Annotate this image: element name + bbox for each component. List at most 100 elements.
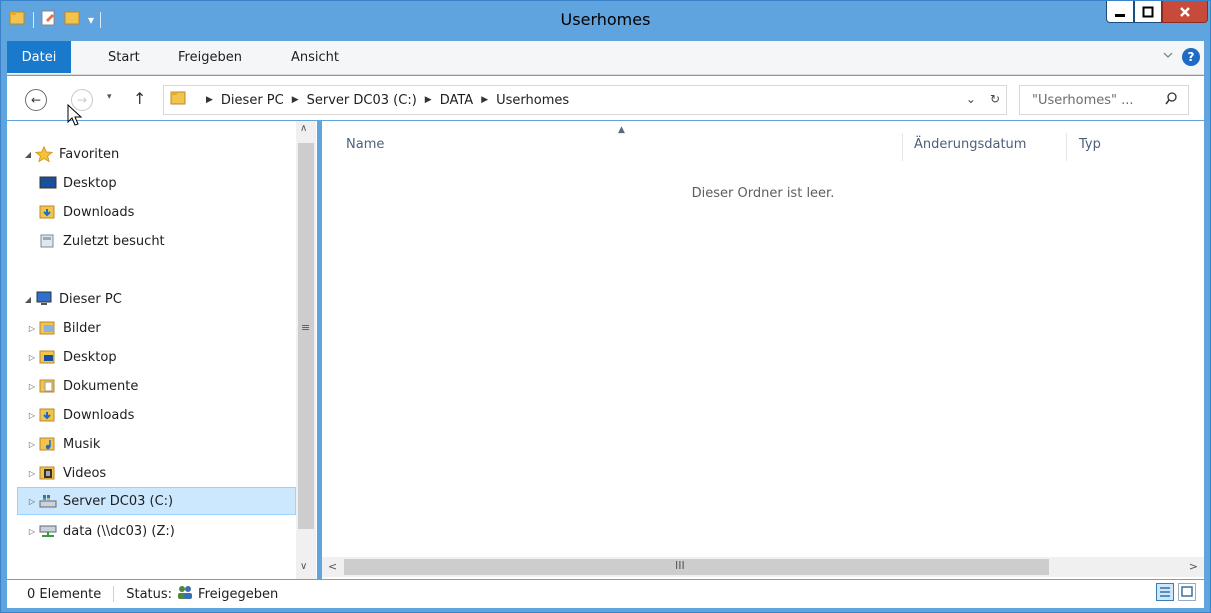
window-controls — [1106, 1, 1208, 23]
navigation-pane: ◢ Favoriten Desktop Downloads Zuletzt be… — [7, 121, 317, 579]
recent-places-icon — [39, 233, 57, 249]
up-button[interactable]: ↑ — [133, 89, 146, 108]
file-list-scrollbar[interactable]: < III > — [322, 557, 1204, 577]
breadcrumb-server-dc03[interactable]: Server DC03 (C:) — [307, 93, 417, 108]
tree-label: Zuletzt besucht — [63, 233, 165, 249]
breadcrumb-arrow-icon[interactable]: ▶ — [481, 95, 488, 105]
minimize-button[interactable] — [1106, 1, 1134, 23]
breadcrumb-data[interactable]: DATA — [440, 93, 474, 108]
expand-icon[interactable]: ▷ — [25, 411, 39, 420]
search-icon[interactable] — [1165, 92, 1178, 109]
column-modified[interactable]: Änderungsdatum — [914, 137, 1026, 152]
close-button[interactable] — [1162, 1, 1208, 23]
tree-label: Dieser PC — [59, 291, 122, 307]
tree-favorites-downloads[interactable]: Downloads — [39, 199, 134, 225]
search-placeholder: "Userhomes" ... — [1032, 92, 1134, 108]
explorer-window: ▾ Userhomes Datei Start Freigeben Ansich… — [0, 0, 1211, 613]
tree-pc-desktop[interactable]: ▷ Desktop — [25, 344, 117, 370]
tree-pc-bilder[interactable]: ▷ Bilder — [25, 315, 101, 341]
address-bar[interactable]: ▶ Dieser PC ▶ Server DC03 (C:) ▶ DATA ▶ … — [163, 85, 1007, 115]
music-folder-icon — [39, 436, 57, 452]
details-view-button[interactable] — [1156, 583, 1174, 601]
expand-icon[interactable]: ▷ — [25, 382, 39, 391]
collapse-icon[interactable]: ◢ — [21, 295, 35, 304]
tree-pc-dokumente[interactable]: ▷ Dokumente — [25, 373, 138, 399]
title-bar[interactable]: ▾ Userhomes — [1, 1, 1210, 41]
drive-icon — [39, 493, 57, 509]
expand-icon[interactable]: ▷ — [25, 324, 39, 333]
breadcrumb-arrow-icon[interactable]: ▶ — [425, 95, 432, 105]
tab-ansicht[interactable]: Ansicht — [291, 50, 339, 65]
large-icons-view-icon — [1181, 586, 1193, 597]
address-controls: ⌄ ↻ — [966, 92, 1000, 106]
desktop-folder-icon — [39, 349, 57, 365]
breadcrumb-arrow-icon[interactable]: ▶ — [292, 95, 299, 105]
videos-folder-icon — [39, 465, 57, 481]
folder-icon — [170, 89, 188, 111]
column-name[interactable]: Name — [346, 137, 384, 152]
scroll-up-icon[interactable]: ∧ — [300, 123, 307, 134]
desktop-icon — [39, 175, 57, 191]
tree-pc-network-drive[interactable]: ▷ data (\\dc03) (Z:) — [25, 518, 175, 544]
large-icons-view-button[interactable] — [1178, 583, 1196, 601]
tree-pc-server-dc03[interactable]: ▷ Server DC03 (C:) — [17, 487, 296, 515]
scroll-down-icon[interactable]: ∨ — [300, 561, 307, 572]
navigation-pane-scrollbar[interactable]: ∧ ≡ ∨ — [296, 121, 316, 579]
refresh-icon[interactable]: ↻ — [990, 92, 1000, 106]
tree-label: data (\\dc03) (Z:) — [63, 523, 175, 539]
maximize-button[interactable] — [1134, 1, 1162, 23]
scroll-right-icon[interactable]: > — [1189, 560, 1198, 573]
navigation-bar: ← → ▾ ↑ ▶ Dieser PC ▶ Server DC03 (C:) ▶… — [7, 76, 1204, 120]
tab-start[interactable]: Start — [108, 50, 140, 65]
tree-this-pc[interactable]: ◢ Dieser PC — [21, 286, 122, 312]
tree-pc-videos[interactable]: ▷ Videos — [25, 460, 106, 486]
search-input[interactable]: "Userhomes" ... — [1019, 85, 1189, 115]
scroll-grip-icon: III — [675, 559, 685, 572]
mouse-cursor-icon — [67, 103, 83, 132]
scroll-left-icon[interactable]: < — [328, 560, 337, 573]
collapse-icon[interactable]: ◢ — [21, 150, 35, 159]
ribbon-controls: ? — [1162, 48, 1200, 66]
breadcrumb: ▶ Dieser PC ▶ Server DC03 (C:) ▶ DATA ▶ … — [198, 93, 569, 108]
breadcrumb-userhomes[interactable]: Userhomes — [496, 93, 569, 108]
tree-label: Videos — [63, 465, 107, 481]
help-icon[interactable]: ? — [1182, 48, 1200, 66]
column-divider[interactable] — [1066, 133, 1067, 161]
downloads-folder-icon — [39, 407, 57, 423]
status-separator — [113, 586, 115, 602]
tab-freigeben[interactable]: Freigeben — [178, 50, 242, 65]
expand-icon[interactable]: ▷ — [25, 353, 39, 362]
tree-label: Desktop — [63, 349, 117, 365]
downloads-folder-icon — [39, 204, 57, 220]
breadcrumb-arrow-icon[interactable]: ▶ — [206, 95, 213, 105]
scroll-thumb[interactable] — [298, 143, 314, 529]
column-divider[interactable] — [902, 133, 903, 161]
close-icon — [1180, 6, 1190, 17]
scroll-thumb[interactable] — [344, 559, 1049, 575]
breadcrumb-dieser-pc[interactable]: Dieser PC — [221, 93, 284, 108]
recent-locations-icon[interactable]: ▾ — [107, 92, 112, 102]
status-bar: 0 Elemente Status: Freigegeben — [7, 580, 1204, 608]
view-switcher — [1156, 583, 1196, 601]
tree-label: Favoriten — [59, 146, 120, 162]
expand-icon[interactable]: ▷ — [25, 469, 39, 478]
documents-folder-icon — [39, 378, 57, 394]
file-list[interactable]: ▲ Name Änderungsdatum Typ Dieser Ordner … — [322, 121, 1204, 579]
tree-pc-downloads[interactable]: ▷ Downloads — [25, 402, 134, 428]
tab-datei[interactable]: Datei — [7, 41, 71, 73]
column-type[interactable]: Typ — [1079, 137, 1101, 152]
tree-pc-musik[interactable]: ▷ Musik — [25, 431, 100, 457]
expand-icon[interactable]: ▷ — [25, 527, 39, 536]
star-icon — [34, 145, 54, 163]
sort-ascending-icon: ▲ — [618, 125, 625, 135]
expand-ribbon-icon[interactable] — [1162, 49, 1174, 65]
tree-favorites[interactable]: ◢ Favoriten — [21, 141, 119, 167]
tree-favorites-recent[interactable]: Zuletzt besucht — [39, 228, 165, 254]
details-view-icon — [1160, 587, 1170, 597]
expand-icon[interactable]: ▷ — [25, 497, 39, 506]
address-dropdown-icon[interactable]: ⌄ — [966, 92, 976, 106]
back-button[interactable]: ← — [25, 89, 47, 111]
computer-icon — [35, 291, 53, 307]
tree-favorites-desktop[interactable]: Desktop — [39, 170, 117, 196]
expand-icon[interactable]: ▷ — [25, 440, 39, 449]
